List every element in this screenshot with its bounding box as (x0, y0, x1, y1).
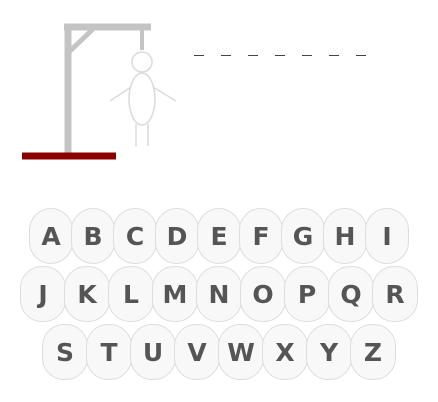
letter-slot (216, 38, 236, 58)
letter-key-m[interactable]: M (152, 266, 198, 322)
gallows-structure (64, 23, 151, 156)
letter-key-u[interactable]: U (130, 324, 176, 380)
gallows-drawing (22, 23, 177, 160)
letter-key-l[interactable]: L (108, 266, 154, 322)
keyboard-row: ABCDEFGHI (0, 208, 438, 264)
letter-keyboard: ABCDEFGHIJKLMNOPQRSTUVWXYZ (0, 208, 438, 382)
letter-slot (351, 38, 371, 58)
letter-key-r[interactable]: R (372, 266, 418, 322)
letter-slot (297, 38, 317, 58)
letter-key-y[interactable]: Y (306, 324, 352, 380)
letter-slot (243, 38, 263, 58)
gallows-brace (68, 27, 95, 53)
letter-key-q[interactable]: Q (328, 266, 374, 322)
letter-key-z[interactable]: Z (350, 324, 396, 380)
word-display (189, 38, 379, 62)
letter-slot (189, 38, 209, 58)
hangman-figure (109, 51, 177, 146)
figure-right-arm (152, 86, 177, 102)
letter-key-p[interactable]: P (284, 266, 330, 322)
figure-body (128, 72, 156, 126)
letter-slot (324, 38, 344, 58)
letter-key-n[interactable]: N (196, 266, 242, 322)
letter-key-f[interactable]: F (239, 208, 283, 264)
letter-key-v[interactable]: V (174, 324, 220, 380)
letter-key-w[interactable]: W (218, 324, 264, 380)
letter-key-i[interactable]: I (365, 208, 409, 264)
letter-key-g[interactable]: G (281, 208, 325, 264)
letter-slot (270, 38, 290, 58)
letter-key-j[interactable]: J (20, 266, 66, 322)
letter-key-c[interactable]: C (113, 208, 157, 264)
letter-key-k[interactable]: K (64, 266, 110, 322)
letter-key-s[interactable]: S (42, 324, 88, 380)
figure-left-arm (109, 86, 132, 102)
letter-key-o[interactable]: O (240, 266, 286, 322)
letter-key-t[interactable]: T (86, 324, 132, 380)
letter-key-e[interactable]: E (197, 208, 241, 264)
figure-head (131, 51, 153, 73)
letter-key-b[interactable]: B (71, 208, 115, 264)
keyboard-row: STUVWXYZ (0, 324, 438, 380)
letter-key-x[interactable]: X (262, 324, 308, 380)
letter-key-d[interactable]: D (155, 208, 199, 264)
letter-key-a[interactable]: A (29, 208, 73, 264)
keyboard-row: JKLMNOPQR (0, 266, 438, 322)
letter-key-h[interactable]: H (323, 208, 367, 264)
